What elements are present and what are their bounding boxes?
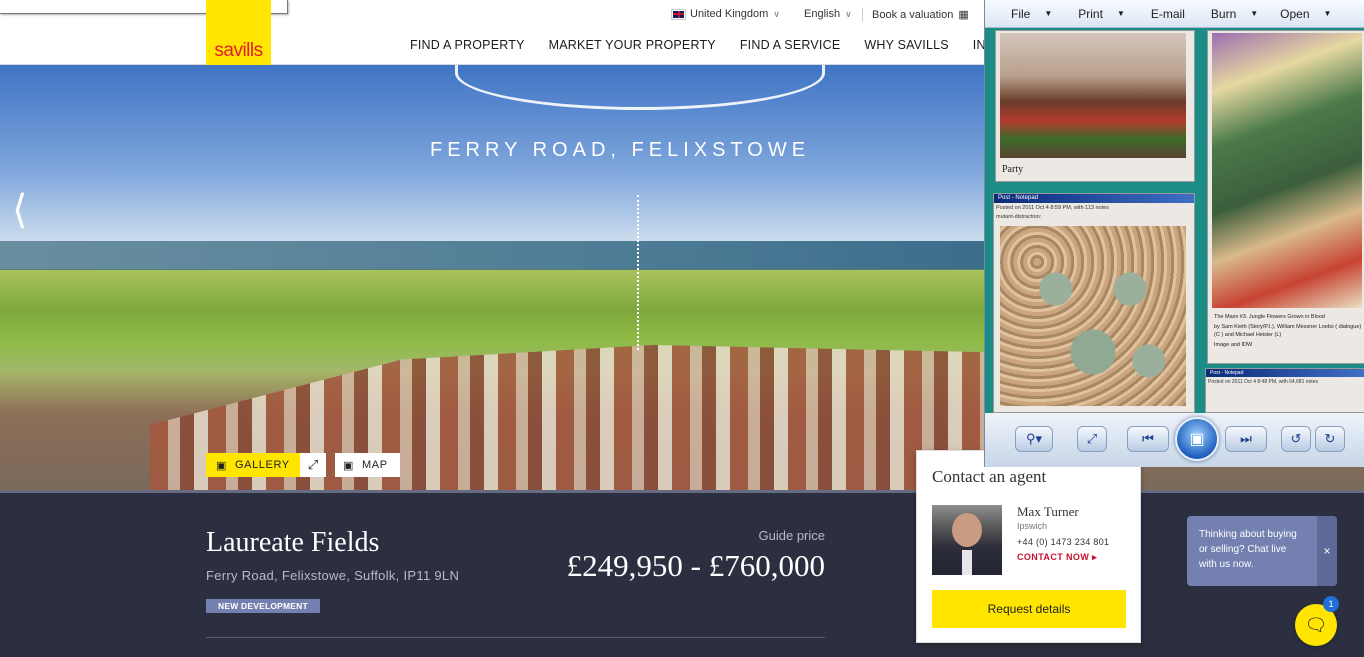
chevron-right-icon: ▸ bbox=[1092, 552, 1098, 562]
property-address: Ferry Road, Felixstowe, Suffolk, IP11 9L… bbox=[206, 568, 460, 583]
photo-viewer-window: File ▼ Print ▼ E-mail Burn ▼ Open ▼ Party Po… bbox=[984, 0, 1364, 467]
menu-print[interactable]: Print ▼ bbox=[1078, 7, 1125, 21]
book-valuation-link[interactable]: Book a valuation ▦ bbox=[872, 8, 969, 22]
menu-label: Print bbox=[1078, 6, 1103, 21]
contact-now-label: CONTACT NOW bbox=[1017, 552, 1090, 562]
guide-price-label: Guide price bbox=[758, 528, 825, 543]
muppets-image bbox=[1000, 33, 1186, 158]
menu-burn[interactable]: Burn ▼ bbox=[1211, 7, 1258, 21]
uk-flag-icon bbox=[671, 8, 686, 20]
previous-icon[interactable]: ⏮ bbox=[1127, 426, 1169, 452]
comic-credits: by Sam Kieth (Story/P.I.), William Messn… bbox=[1214, 324, 1362, 330]
contact-now-link[interactable]: CONTACT NOW ▸ bbox=[1017, 552, 1097, 563]
agent-office: Ipswich bbox=[1017, 521, 1048, 531]
property-summary: Laureate Fields Ferry Road, Felixstowe, … bbox=[0, 490, 1364, 657]
country-label: United Kingdom bbox=[690, 8, 769, 20]
gallery-label: GALLERY bbox=[235, 459, 290, 471]
screenshot-tile-comic: The Maxx #3. Jungle Flowers Grown in Blo… bbox=[1207, 30, 1364, 364]
menu-file[interactable]: File ▼ bbox=[1011, 7, 1052, 21]
agent-avatar bbox=[932, 505, 1002, 575]
main-nav: FIND A PROPERTY MARKET YOUR PROPERTY FIN… bbox=[410, 38, 1037, 52]
fit-to-window-icon[interactable]: ⤢ bbox=[1077, 426, 1107, 452]
screenshot-tile-notepad-2: Post - Notepad Posted on 2011 Oct 4 8:48… bbox=[1205, 368, 1364, 413]
nav-why-savills[interactable]: WHY SAVILLS bbox=[864, 38, 948, 52]
comic-publisher: Image and IDW bbox=[1214, 342, 1253, 348]
rotate-left-icon[interactable]: ↺ bbox=[1281, 426, 1311, 452]
stone-plants-image bbox=[1000, 226, 1186, 406]
hero-dotted-line bbox=[637, 195, 639, 350]
fullscreen-icon[interactable]: ⤢ bbox=[300, 453, 326, 477]
divider bbox=[862, 8, 863, 22]
map-icon: ▣ bbox=[343, 459, 354, 472]
tile-caption: Party bbox=[1002, 164, 1024, 175]
nav-find-a-service[interactable]: FIND A SERVICE bbox=[740, 38, 841, 52]
dropdown-arrow-icon: ▼ bbox=[1323, 9, 1332, 18]
rotate-right-icon[interactable]: ↻ bbox=[1315, 426, 1345, 452]
next-icon[interactable]: ⏭ bbox=[1225, 426, 1267, 452]
contact-agent-card: Contact an agent Max Turner Ipswich +44 … bbox=[916, 450, 1141, 643]
language-selector[interactable]: English ∨ bbox=[804, 8, 852, 20]
gallery-button[interactable]: ▣ GALLERY bbox=[206, 453, 300, 477]
dropdown-arrow-icon: ▼ bbox=[1116, 9, 1125, 18]
notepad-posted: Posted on 2011 Oct 4 8:59 PM, with 113 n… bbox=[996, 205, 1109, 211]
comic-caption: The Maxx #3. Jungle Flowers Grown in Blo… bbox=[1214, 314, 1325, 320]
hero-swirl-logo bbox=[455, 65, 825, 110]
carousel-prev-icon[interactable]: ⟨ bbox=[12, 190, 28, 230]
contact-heading: Contact an agent bbox=[932, 467, 1047, 486]
chat-message: Thinking about buying or selling? Chat l… bbox=[1199, 529, 1297, 570]
chat-prompt[interactable]: Thinking about buying or selling? Chat l… bbox=[1187, 516, 1337, 586]
dropdown-arrow-icon: ▼ bbox=[1044, 9, 1053, 18]
savills-logo[interactable]: savills bbox=[206, 0, 271, 65]
section-divider bbox=[206, 637, 825, 638]
calendar-icon: ▦ bbox=[958, 9, 969, 21]
close-icon[interactable]: × bbox=[1317, 516, 1337, 586]
screenshot-tile-notepad: Post - Notepad Posted on 2011 Oct 4 8:59… bbox=[993, 193, 1195, 413]
menu-label: File bbox=[1011, 6, 1031, 21]
zoom-icon[interactable]: ⚲▾ bbox=[1015, 426, 1053, 452]
chevron-down-icon: ∨ bbox=[773, 8, 780, 19]
comic-credits-2: (C ) and Michael Heisler (L) bbox=[1214, 332, 1282, 338]
hero-title: FERRY ROAD, FELIXSTOWE bbox=[430, 139, 811, 161]
menu-open[interactable]: Open ▼ bbox=[1280, 7, 1331, 21]
viewer-image-area: Party Post - Notepad Posted on 2011 Oct … bbox=[985, 28, 1364, 413]
menu-label: Open bbox=[1280, 6, 1310, 21]
viewer-controls: ⚲▾ ⤢ ⏮ ▣ ⏭ ↺ ↻ bbox=[985, 413, 1364, 467]
status-badge: NEW DEVELOPMENT bbox=[206, 599, 320, 613]
property-title: Laureate Fields bbox=[206, 527, 380, 558]
menu-email[interactable]: E-mail bbox=[1151, 7, 1185, 21]
gallery-icon: ▣ bbox=[216, 459, 227, 472]
slideshow-icon[interactable]: ▣ bbox=[1175, 417, 1219, 461]
nav-market-your-property[interactable]: MARKET YOUR PROPERTY bbox=[549, 38, 716, 52]
menu-label: Burn bbox=[1210, 6, 1237, 21]
agent-name: Max Turner bbox=[1017, 504, 1079, 519]
agent-phone[interactable]: +44 (0) 1473 234 801 bbox=[1017, 537, 1109, 547]
notepad-titlebar: Post - Notepad bbox=[994, 194, 1194, 203]
hero-sea bbox=[0, 241, 990, 269]
request-details-button[interactable]: Request details bbox=[932, 590, 1126, 628]
notepad-titlebar: Post - Notepad bbox=[1206, 369, 1364, 377]
chevron-down-icon: ∨ bbox=[845, 8, 852, 19]
notepad-posted: Posted on 2011 Oct 4 8:48 PM, with 64,68… bbox=[1208, 379, 1318, 385]
guide-price: £249,950 - £760,000 bbox=[566, 548, 825, 583]
valuation-label: Book a valuation bbox=[872, 8, 954, 21]
logo-text: savills bbox=[214, 40, 263, 61]
menu-label: E-mail bbox=[1150, 6, 1185, 21]
viewer-menubar: File ▼ Print ▼ E-mail Burn ▼ Open ▼ bbox=[985, 0, 1364, 28]
language-label: English bbox=[804, 8, 841, 20]
comic-image bbox=[1212, 33, 1362, 308]
screenshot-tile-party: Party bbox=[995, 30, 1195, 182]
dropdown-arrow-icon: ▼ bbox=[1250, 9, 1259, 18]
notepad-text: mutant-distraction: bbox=[996, 214, 1042, 220]
map-label: MAP bbox=[362, 459, 388, 471]
unread-badge: 1 bbox=[1323, 596, 1339, 612]
nav-find-a-property[interactable]: FIND A PROPERTY bbox=[410, 38, 525, 52]
map-button[interactable]: ▣ MAP bbox=[335, 453, 400, 477]
country-selector[interactable]: United Kingdom ∨ bbox=[671, 8, 780, 20]
